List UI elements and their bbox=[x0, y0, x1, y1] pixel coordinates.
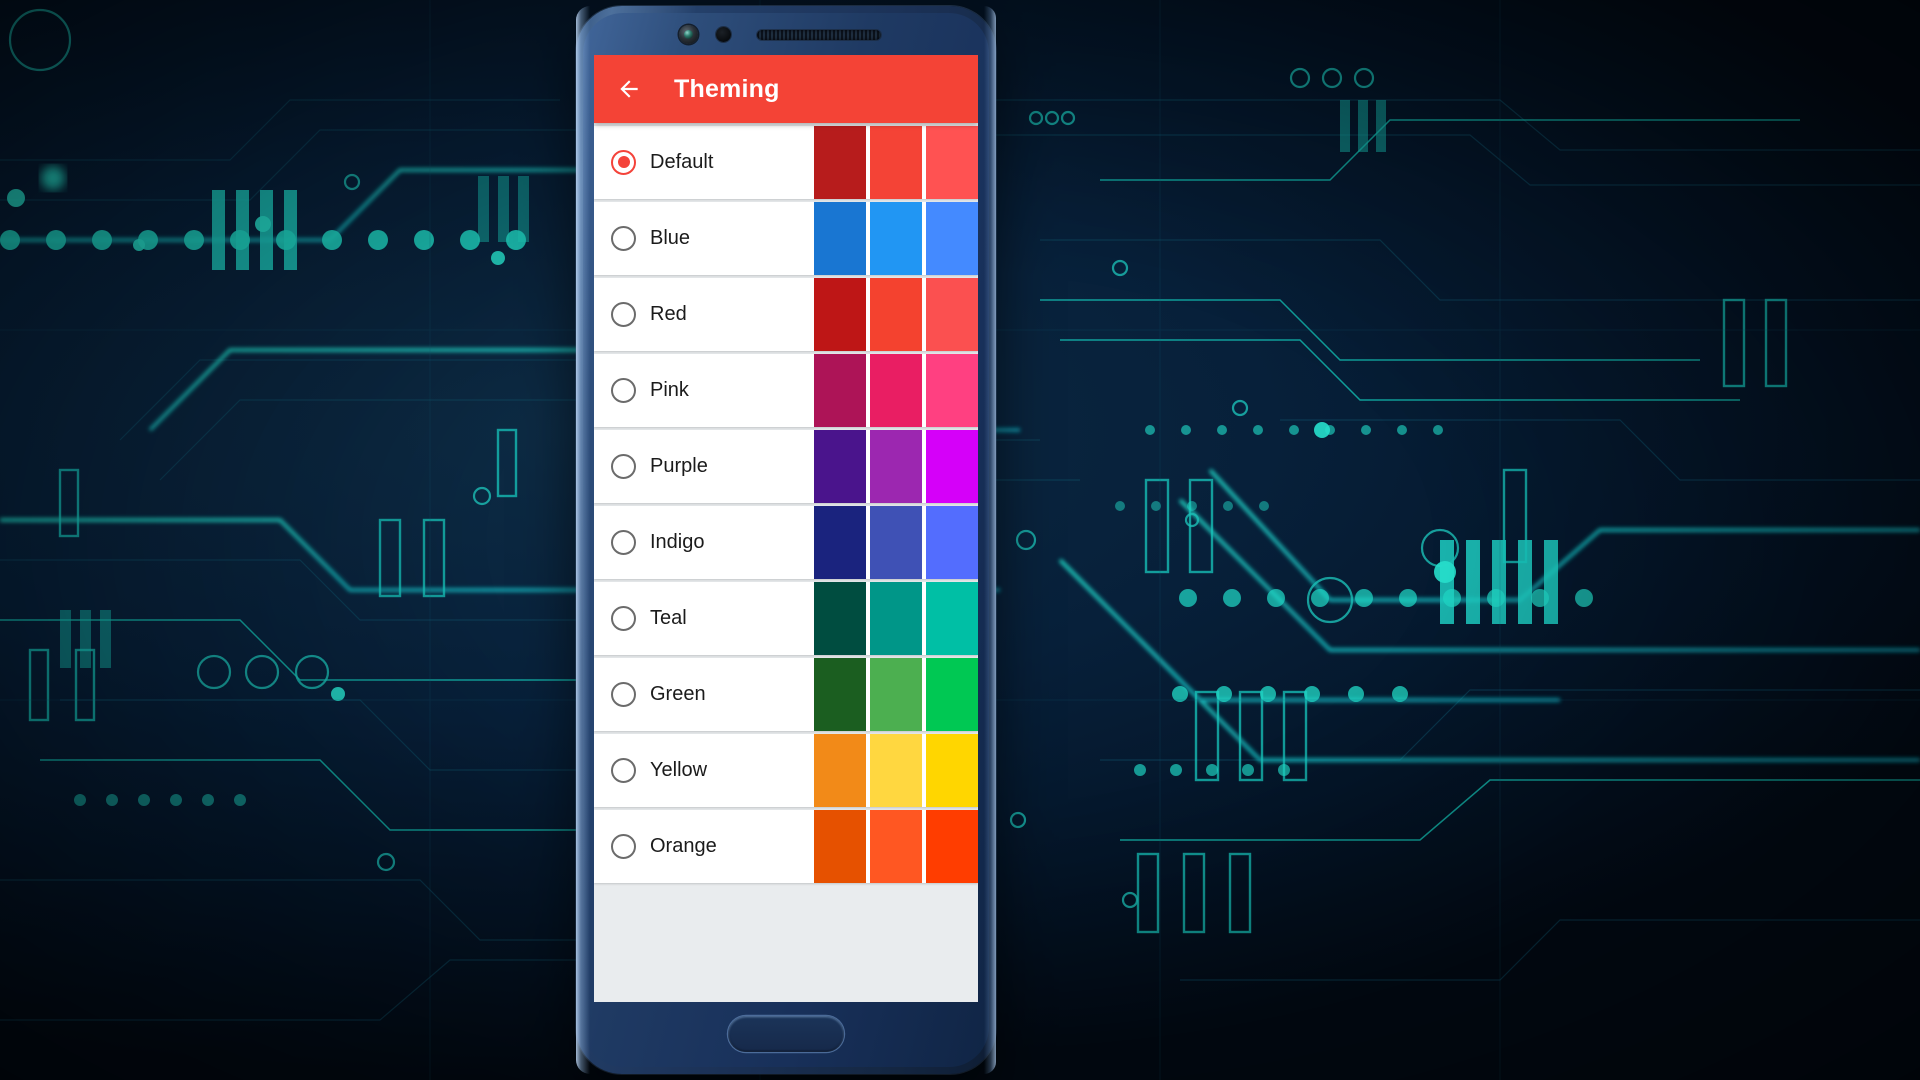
color-swatch bbox=[814, 658, 866, 731]
color-swatch bbox=[814, 354, 866, 427]
color-swatch bbox=[814, 734, 866, 807]
theme-label: Orange bbox=[650, 834, 717, 857]
theme-list-item[interactable]: Purple bbox=[594, 430, 978, 503]
color-swatch bbox=[814, 582, 866, 655]
color-swatch bbox=[870, 278, 922, 351]
theme-option[interactable]: Indigo bbox=[594, 506, 814, 579]
color-swatch bbox=[926, 658, 978, 731]
theme-list-item[interactable]: Teal bbox=[594, 582, 978, 655]
theme-option[interactable]: Yellow bbox=[594, 734, 814, 807]
radio-button[interactable] bbox=[611, 833, 636, 859]
radio-button[interactable] bbox=[611, 377, 636, 403]
theme-option[interactable]: Purple bbox=[594, 430, 814, 503]
theme-list-item[interactable]: Orange bbox=[594, 810, 978, 883]
theme-label: Indigo bbox=[650, 530, 705, 553]
earpiece-speaker-icon bbox=[757, 30, 881, 40]
proximity-sensor-icon bbox=[716, 27, 731, 42]
color-swatch bbox=[870, 734, 922, 807]
theme-option[interactable]: Orange bbox=[594, 810, 814, 883]
theme-option[interactable]: Pink bbox=[594, 354, 814, 427]
color-swatch bbox=[926, 126, 978, 199]
theme-option[interactable]: Default bbox=[594, 126, 814, 199]
theme-label: Purple bbox=[650, 454, 708, 477]
color-swatch bbox=[870, 430, 922, 503]
color-swatch-group bbox=[814, 430, 978, 503]
color-swatch bbox=[870, 202, 922, 275]
theme-list-item[interactable]: Default bbox=[594, 126, 978, 199]
radio-button[interactable] bbox=[611, 453, 636, 479]
theme-label: Green bbox=[650, 682, 706, 705]
radio-button[interactable] bbox=[611, 757, 636, 783]
theme-option[interactable]: Green bbox=[594, 658, 814, 731]
theme-label: Teal bbox=[650, 606, 687, 629]
theme-label: Pink bbox=[650, 378, 689, 401]
home-button[interactable] bbox=[728, 1016, 844, 1052]
theme-option[interactable]: Teal bbox=[594, 582, 814, 655]
color-swatch bbox=[926, 810, 978, 883]
color-swatch-group bbox=[814, 506, 978, 579]
color-swatch-group bbox=[814, 810, 978, 883]
color-swatch-group bbox=[814, 202, 978, 275]
color-swatch bbox=[870, 582, 922, 655]
camera-icon bbox=[679, 25, 698, 44]
theme-list-item[interactable]: Green bbox=[594, 658, 978, 731]
theme-option[interactable]: Red bbox=[594, 278, 814, 351]
back-arrow-icon[interactable] bbox=[612, 72, 646, 106]
theme-label: Default bbox=[650, 150, 714, 173]
color-swatch bbox=[814, 126, 866, 199]
color-swatch bbox=[926, 430, 978, 503]
radio-button[interactable] bbox=[611, 529, 636, 555]
color-swatch bbox=[926, 278, 978, 351]
radio-button[interactable] bbox=[611, 225, 636, 251]
color-swatch bbox=[870, 658, 922, 731]
color-swatch bbox=[814, 506, 866, 579]
page-title: Theming bbox=[674, 74, 780, 103]
color-swatch bbox=[814, 202, 866, 275]
color-swatch-group bbox=[814, 278, 978, 351]
theme-list-item[interactable]: Pink bbox=[594, 354, 978, 427]
theme-label: Red bbox=[650, 302, 687, 325]
color-swatch bbox=[870, 354, 922, 427]
color-swatch-group bbox=[814, 582, 978, 655]
color-swatch bbox=[926, 734, 978, 807]
theme-list-item[interactable]: Yellow bbox=[594, 734, 978, 807]
app-bar: Theming bbox=[594, 55, 978, 123]
theme-list-item[interactable]: Indigo bbox=[594, 506, 978, 579]
theme-list-item[interactable]: Red bbox=[594, 278, 978, 351]
color-swatch bbox=[870, 506, 922, 579]
theme-label: Yellow bbox=[650, 758, 708, 781]
phone-screen: Theming Default Blue Red Pink Purple Indigo Te… bbox=[594, 55, 978, 1002]
color-swatch bbox=[870, 810, 922, 883]
theme-label: Blue bbox=[650, 226, 691, 249]
theme-list[interactable]: Default Blue Red Pink Purple Indigo Teal Green Y… bbox=[594, 123, 978, 1002]
color-swatch bbox=[870, 126, 922, 199]
theme-list-item[interactable]: Blue bbox=[594, 202, 978, 275]
radio-button-selected[interactable] bbox=[611, 149, 636, 175]
color-swatch bbox=[926, 202, 978, 275]
radio-button[interactable] bbox=[611, 681, 636, 707]
theme-option[interactable]: Blue bbox=[594, 202, 814, 275]
color-swatch bbox=[814, 810, 866, 883]
color-swatch bbox=[926, 506, 978, 579]
color-swatch bbox=[926, 582, 978, 655]
color-swatch bbox=[926, 354, 978, 427]
color-swatch bbox=[814, 430, 866, 503]
radio-button[interactable] bbox=[611, 301, 636, 327]
phone-top-bezel bbox=[576, 6, 996, 58]
phone-device: Theming Default Blue Red Pink Purple Indigo Te… bbox=[576, 6, 996, 1074]
color-swatch bbox=[814, 278, 866, 351]
camera-lens-icon bbox=[684, 30, 693, 39]
color-swatch-group bbox=[814, 658, 978, 731]
radio-button[interactable] bbox=[611, 605, 636, 631]
color-swatch-group bbox=[814, 126, 978, 199]
color-swatch-group bbox=[814, 354, 978, 427]
color-swatch-group bbox=[814, 734, 978, 807]
